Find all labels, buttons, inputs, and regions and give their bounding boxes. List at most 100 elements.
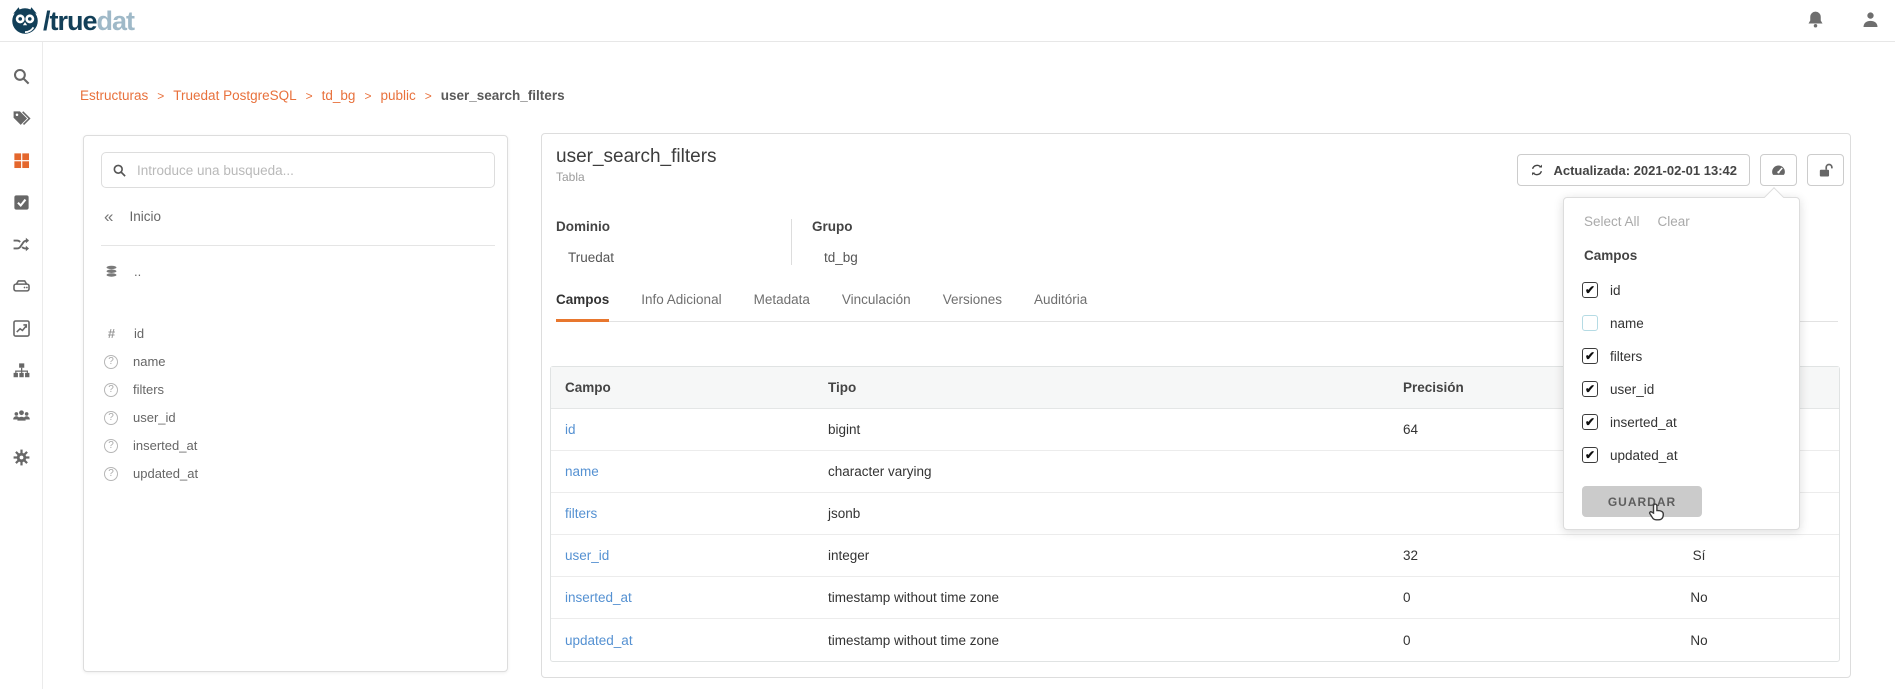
field-link[interactable]: filters: [551, 493, 814, 535]
breadcrumb-separator: >: [306, 89, 313, 103]
checkbox-icon[interactable]: ✔: [1582, 381, 1598, 397]
sidebar-item-tags[interactable]: [0, 102, 43, 134]
checkbox-option-updated-at[interactable]: ✔ updated_at: [1582, 447, 1678, 463]
tab-versiones[interactable]: Versiones: [943, 292, 1002, 322]
field-label: updated_at: [133, 466, 198, 481]
breadcrumb-separator: >: [425, 89, 432, 103]
column-header-precision: Precisión: [1389, 367, 1559, 409]
checkbox-icon[interactable]: ✔: [1582, 282, 1598, 298]
tab-campos[interactable]: Campos: [556, 292, 609, 322]
permissions-button[interactable]: [1807, 154, 1844, 186]
sidebar-item-tasks[interactable]: [0, 186, 43, 218]
table-row: updated_at timestamp without time zone 0…: [551, 619, 1839, 661]
sidebar-item-users[interactable]: [0, 399, 43, 431]
field-nullable: No: [1559, 619, 1839, 661]
tab-vinculacion[interactable]: Vinculación: [842, 292, 911, 322]
breadcrumb-item[interactable]: td_bg: [322, 88, 356, 103]
field-link[interactable]: name: [551, 451, 814, 493]
nav-parent-node[interactable]: ..: [104, 264, 141, 279]
logo-text: /truedat: [43, 6, 134, 37]
users-icon: [12, 406, 31, 425]
profiling-button[interactable]: [1760, 154, 1797, 186]
breadcrumb-item[interactable]: public: [380, 88, 415, 103]
field-type: character varying: [814, 451, 1389, 493]
checkbox-option-inserted-at[interactable]: ✔ inserted_at: [1582, 414, 1677, 430]
field-precision: 64: [1389, 409, 1559, 451]
structure-search-box[interactable]: [101, 152, 495, 188]
option-label: name: [1610, 316, 1644, 331]
search-icon: [12, 67, 31, 86]
double-chevron-left-icon: «: [104, 208, 113, 225]
tab-metadata[interactable]: Metadata: [754, 292, 810, 322]
field-label: filters: [133, 382, 164, 397]
nav-back-home[interactable]: « Inicio: [104, 208, 161, 225]
field-link[interactable]: user_id: [551, 535, 814, 577]
table-row: inserted_at timestamp without time zone …: [551, 577, 1839, 619]
field-nullable: Sí: [1559, 535, 1839, 577]
domain-label: Dominio: [556, 219, 791, 234]
field-item-name[interactable]: ? name: [104, 354, 166, 369]
updated-label: Actualizada: 2021-02-01 13:42: [1553, 163, 1737, 178]
field-type: bigint: [814, 409, 1389, 451]
column-picker-dropdown: Select All Clear Campos ✔ id ✔ name ✔ fi…: [1563, 197, 1800, 530]
question-circle-icon: ?: [104, 383, 118, 397]
structure-nav-panel: « Inicio .. # id ? name ? filters ? user…: [83, 135, 508, 672]
breadcrumb-item[interactable]: Estructuras: [80, 88, 148, 103]
truedat-logo[interactable]: /truedat: [8, 4, 134, 38]
checkbox-icon[interactable]: ✔: [1582, 447, 1598, 463]
field-link[interactable]: inserted_at: [551, 577, 814, 619]
sidebar-item-lineage[interactable]: [0, 228, 43, 260]
field-precision: 32: [1389, 535, 1559, 577]
sidebar-item-structures[interactable]: [0, 144, 43, 176]
top-bar: /truedat: [0, 0, 1895, 42]
field-link[interactable]: id: [551, 409, 814, 451]
user-account-icon[interactable]: [1860, 9, 1881, 30]
checkbox-option-filters[interactable]: ✔ filters: [1582, 348, 1642, 364]
sidebar-item-taxonomy[interactable]: [0, 354, 43, 386]
option-label: inserted_at: [1610, 415, 1677, 430]
clear-link[interactable]: Clear: [1658, 214, 1690, 229]
select-all-link[interactable]: Select All: [1584, 214, 1640, 229]
nav-parent-label: ..: [134, 264, 141, 279]
question-circle-icon: ?: [104, 411, 118, 425]
column-header-tipo: Tipo: [814, 367, 1389, 409]
unlock-icon: [1817, 162, 1834, 179]
sidebar-item-systems[interactable]: [0, 270, 43, 302]
checkbox-icon[interactable]: ✔: [1582, 315, 1598, 331]
search-input[interactable]: [137, 163, 484, 178]
field-item-inserted-at[interactable]: ? inserted_at: [104, 438, 197, 453]
tab-info-adicional[interactable]: Info Adicional: [641, 292, 721, 322]
shuffle-icon: [12, 235, 31, 254]
checkbox-icon[interactable]: ✔: [1582, 414, 1598, 430]
checkbox-option-user-id[interactable]: ✔ user_id: [1582, 381, 1654, 397]
option-label: user_id: [1610, 382, 1654, 397]
sidebar-item-settings[interactable]: [0, 441, 43, 473]
refresh-updated-button[interactable]: Actualizada: 2021-02-01 13:42: [1517, 154, 1750, 186]
page-subtitle: Tabla: [556, 170, 585, 184]
group-label: Grupo: [812, 219, 1026, 234]
sidebar-item-quality[interactable]: [0, 312, 43, 344]
tachometer-icon: [1770, 162, 1787, 179]
field-label: name: [133, 354, 166, 369]
sitemap-icon: [12, 361, 31, 380]
field-item-id[interactable]: # id: [104, 326, 144, 341]
checkbox-icon[interactable]: ✔: [1582, 348, 1598, 364]
field-item-user-id[interactable]: ? user_id: [104, 410, 176, 425]
option-label: id: [1610, 283, 1621, 298]
checkbox-option-id[interactable]: ✔ id: [1582, 282, 1621, 298]
table-row: user_id integer 32 Sí: [551, 535, 1839, 577]
field-type: integer: [814, 535, 1389, 577]
field-item-filters[interactable]: ? filters: [104, 382, 164, 397]
field-link[interactable]: updated_at: [551, 619, 814, 661]
hash-icon: #: [104, 326, 119, 341]
breadcrumb-item[interactable]: Truedat PostgreSQL: [173, 88, 296, 103]
notifications-bell-icon[interactable]: [1805, 9, 1826, 30]
field-item-updated-at[interactable]: ? updated_at: [104, 466, 198, 481]
field-precision: 0: [1389, 577, 1559, 619]
guardar-button[interactable]: GUARDAR: [1582, 486, 1702, 517]
sidebar-item-search[interactable]: [0, 60, 43, 92]
sidebar-rail: [0, 42, 43, 689]
checkbox-option-name[interactable]: ✔ name: [1582, 315, 1644, 331]
tab-auditoria[interactable]: Auditória: [1034, 292, 1087, 322]
option-label: filters: [1610, 349, 1642, 364]
